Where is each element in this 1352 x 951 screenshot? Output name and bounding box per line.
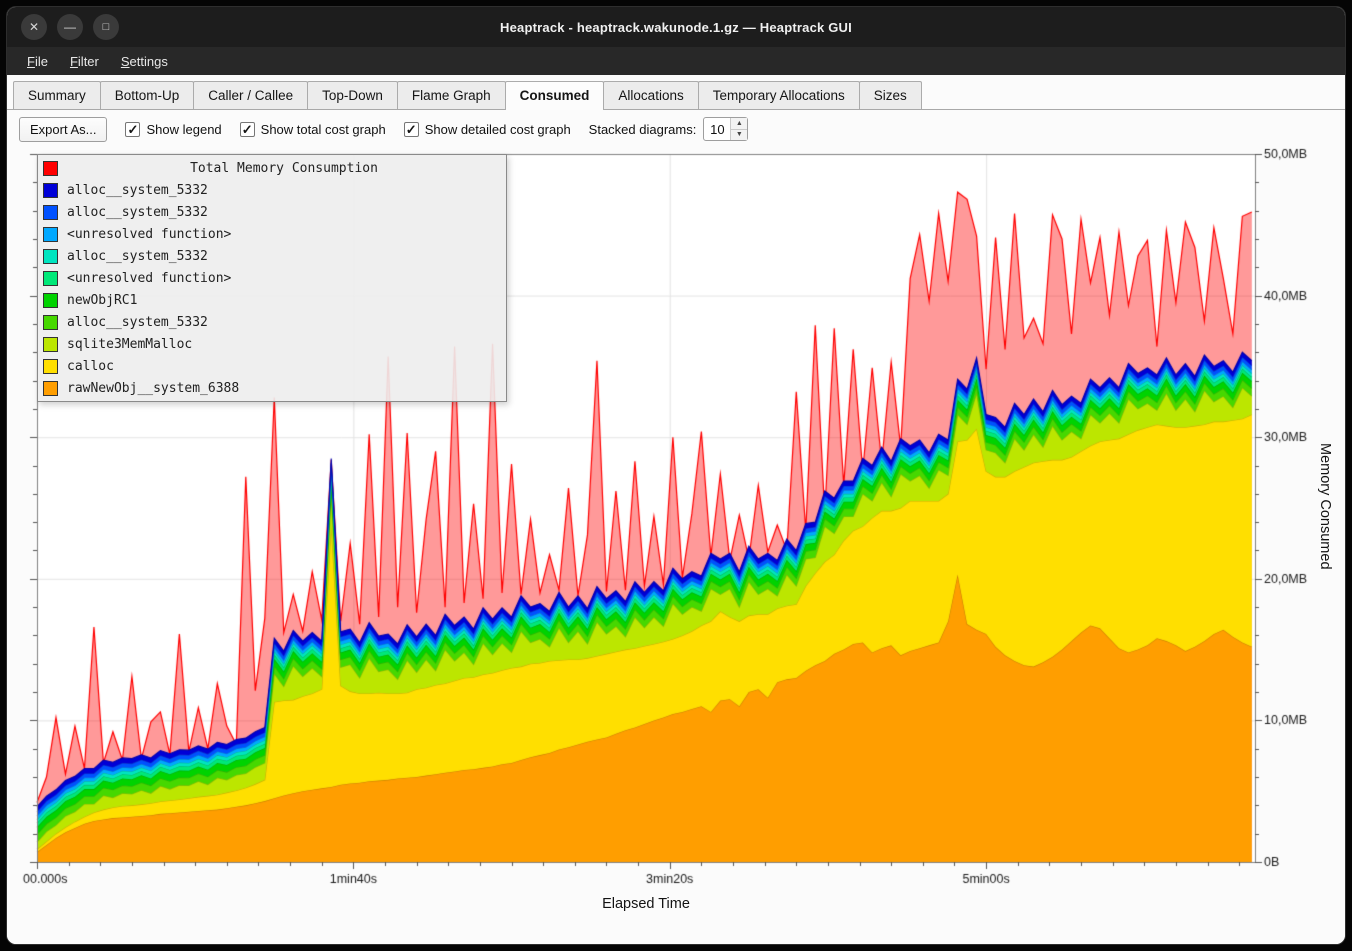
tab-allocations[interactable]: Allocations: [603, 81, 698, 109]
minimize-button[interactable]: —: [57, 14, 83, 40]
legend-swatch: [43, 359, 58, 374]
legend-label: newObjRC1: [67, 293, 137, 308]
stacked-diagrams-spinbox[interactable]: 10 ▲ ▼: [703, 117, 748, 141]
tab-sizes[interactable]: Sizes: [859, 81, 922, 109]
menu-file[interactable]: File: [17, 50, 58, 73]
legend-label: <unresolved function>: [67, 227, 231, 242]
legend-label: Total Memory Consumption: [67, 161, 501, 176]
legend-row: alloc__system_5332: [43, 179, 501, 201]
legend-row: <unresolved function>: [43, 267, 501, 289]
stacked-diagrams-group: Stacked diagrams: 10 ▲ ▼: [589, 117, 749, 141]
tab-flame-graph[interactable]: Flame Graph: [397, 81, 506, 109]
toolbar: Export As... ✓ Show legend ✓ Show total cos…: [7, 110, 1345, 148]
tab-top-down[interactable]: Top-Down: [307, 81, 398, 109]
window-controls: ✕ — □: [21, 14, 119, 40]
spin-arrows: ▲ ▼: [730, 118, 747, 140]
legend-swatch: [43, 161, 58, 176]
maximize-button[interactable]: □: [93, 14, 119, 40]
tabbar: SummaryBottom-UpCaller / CalleeTop-DownF…: [7, 75, 1345, 110]
legend-swatch: [43, 315, 58, 330]
tab-caller-callee[interactable]: Caller / Callee: [193, 81, 308, 109]
close-button[interactable]: ✕: [21, 14, 47, 40]
checkbox-label: Show total cost graph: [261, 122, 386, 137]
tab-bottom-up[interactable]: Bottom-Up: [100, 81, 195, 109]
tab-temporary-allocations[interactable]: Temporary Allocations: [698, 81, 860, 109]
checkbox-show-total-cost-graph[interactable]: ✓ Show total cost graph: [240, 122, 386, 137]
legend-label: alloc__system_5332: [67, 205, 208, 220]
legend-label: <unresolved function>: [67, 271, 231, 286]
legend-row: alloc__system_5332: [43, 245, 501, 267]
legend-swatch: [43, 293, 58, 308]
y-axis-title: Memory Consumed: [1317, 443, 1333, 570]
checkbox-icon: ✓: [125, 122, 140, 137]
heaptrack-window: ✕ — □ Heaptrack - heaptrack.wakunode.1.g…: [6, 6, 1346, 945]
x-axis-title: Elapsed Time: [37, 896, 1255, 912]
legend-row: newObjRC1: [43, 289, 501, 311]
legend-label: calloc: [67, 359, 114, 374]
checkbox-label: Show legend: [146, 122, 221, 137]
stacked-diagrams-value: 10: [704, 118, 730, 140]
spin-down-icon[interactable]: ▼: [731, 130, 747, 141]
menubar: FileFilterSettings: [7, 47, 1345, 75]
legend-row: rawNewObj__system_6388: [43, 377, 501, 399]
checkbox-container: ✓ Show legend ✓ Show total cost graph ✓ Show …: [125, 122, 570, 137]
maximize-icon: □: [103, 22, 110, 33]
legend-title-row: Total Memory Consumption: [43, 157, 501, 179]
window-title: Heaptrack - heaptrack.wakunode.1.gz — He…: [500, 20, 852, 35]
checkbox-label: Show detailed cost graph: [425, 122, 571, 137]
close-icon: ✕: [29, 21, 39, 33]
legend-label: alloc__system_5332: [67, 183, 208, 198]
spin-up-icon[interactable]: ▲: [731, 118, 747, 130]
menu-filter[interactable]: Filter: [60, 50, 109, 73]
menu-settings[interactable]: Settings: [111, 50, 178, 73]
tab-consumed[interactable]: Consumed: [505, 81, 605, 110]
export-as-button[interactable]: Export As...: [19, 117, 107, 142]
checkbox-show-legend[interactable]: ✓ Show legend: [125, 122, 221, 137]
legend-swatch: [43, 271, 58, 286]
legend-label: rawNewObj__system_6388: [67, 381, 239, 396]
legend-label: sqlite3MemMalloc: [67, 337, 192, 352]
checkbox-show-detailed-cost-graph[interactable]: ✓ Show detailed cost graph: [404, 122, 571, 137]
legend-row: alloc__system_5332: [43, 201, 501, 223]
legend-row: <unresolved function>: [43, 223, 501, 245]
legend-swatch: [43, 337, 58, 352]
chart-area: Total Memory Consumption alloc__system_53…: [7, 148, 1345, 944]
minimize-icon: —: [64, 21, 76, 33]
tab-summary[interactable]: Summary: [13, 81, 101, 109]
chart-legend: Total Memory Consumption alloc__system_53…: [37, 154, 507, 402]
legend-swatch: [43, 381, 58, 396]
stacked-diagrams-label: Stacked diagrams:: [589, 122, 697, 137]
legend-swatch: [43, 183, 58, 198]
checkbox-icon: ✓: [240, 122, 255, 137]
legend-swatch: [43, 249, 58, 264]
legend-label: alloc__system_5332: [67, 249, 208, 264]
checkbox-icon: ✓: [404, 122, 419, 137]
legend-row: alloc__system_5332: [43, 311, 501, 333]
legend-swatch: [43, 205, 58, 220]
titlebar[interactable]: ✕ — □ Heaptrack - heaptrack.wakunode.1.g…: [7, 7, 1345, 47]
legend-row: sqlite3MemMalloc: [43, 333, 501, 355]
legend-swatch: [43, 227, 58, 242]
legend-label: alloc__system_5332: [67, 315, 208, 330]
legend-row: calloc: [43, 355, 501, 377]
